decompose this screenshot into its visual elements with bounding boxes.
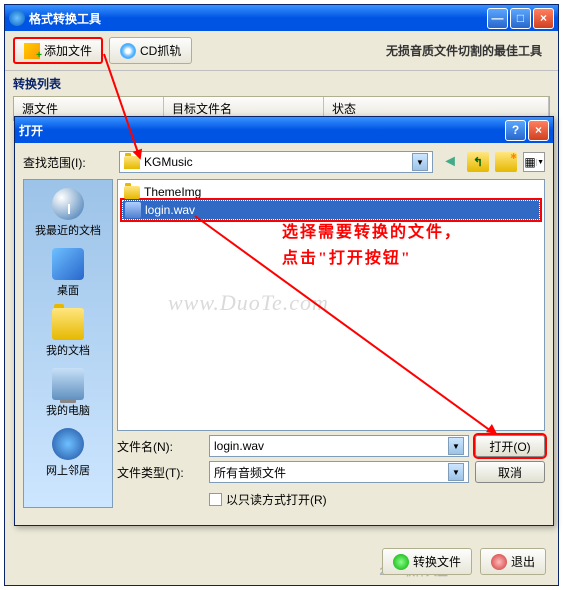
exit-label: 退出 xyxy=(511,553,535,570)
cd-rip-button[interactable]: CD抓轨 xyxy=(109,37,192,64)
filename-input[interactable]: login.wav ▼ xyxy=(209,435,469,457)
chevron-down-icon[interactable]: ▼ xyxy=(448,437,464,455)
chevron-down-icon[interactable]: ▼ xyxy=(448,463,464,481)
readonly-label: 以只读方式打开(R) xyxy=(226,491,327,508)
lookin-combo[interactable]: KGMusic ▼ xyxy=(119,151,433,173)
open-dialog: 打开 ? × 查找范围(I): KGMusic ▼ ◄ ▦▼ 我最近的文档 xyxy=(14,116,554,526)
app-icon xyxy=(9,10,25,26)
filename-row: 文件名(N): login.wav ▼ 打开(O) xyxy=(117,435,545,457)
chevron-down-icon[interactable]: ▼ xyxy=(412,153,428,171)
minimize-button[interactable]: — xyxy=(487,8,508,29)
desktop-icon xyxy=(52,248,84,280)
wav-icon xyxy=(125,202,141,218)
lookin-label: 查找范围(I): xyxy=(23,154,113,171)
place-recent-label: 我最近的文档 xyxy=(35,222,101,238)
filename-value: login.wav xyxy=(214,439,264,453)
help-button[interactable]: ? xyxy=(505,120,526,141)
bottom-bar: 转换文件 退出 xyxy=(382,548,546,575)
list-label: 转换列表 xyxy=(5,71,558,96)
places-bar: 我最近的文档 桌面 我的文档 我的电脑 网上邻居 xyxy=(23,179,113,508)
exit-button[interactable]: 退出 xyxy=(480,548,546,575)
tagline: 无损音质文件切割的最佳工具 xyxy=(386,42,550,59)
place-computer-label: 我的电脑 xyxy=(46,402,90,418)
convert-icon xyxy=(393,554,409,570)
selected-file-name: login.wav xyxy=(145,203,195,217)
place-mydocs[interactable]: 我的文档 xyxy=(24,304,112,362)
lookin-row: 查找范围(I): KGMusic ▼ ◄ ▦▼ xyxy=(23,151,545,173)
place-mydocs-label: 我的文档 xyxy=(46,342,90,358)
filetype-combo[interactable]: 所有音频文件 ▼ xyxy=(209,461,469,483)
folder-icon xyxy=(124,186,140,199)
computer-icon xyxy=(52,368,84,400)
dialog-close-button[interactable]: × xyxy=(528,120,549,141)
filetype-label: 文件类型(T): xyxy=(117,464,203,481)
main-titlebar: 格式转换工具 — □ × xyxy=(5,5,558,31)
nav-view-button[interactable]: ▦▼ xyxy=(523,152,545,172)
readonly-row: 以只读方式打开(R) xyxy=(117,491,545,508)
cd-rip-label: CD抓轨 xyxy=(140,42,181,59)
convert-button[interactable]: 转换文件 xyxy=(382,548,472,575)
add-file-label: 添加文件 xyxy=(44,42,92,59)
network-icon xyxy=(52,428,84,460)
file-item-folder[interactable]: ThemeImg xyxy=(122,184,540,200)
nav-newfolder-button[interactable] xyxy=(495,152,517,172)
annotation-text: 选择需要转换的文件，点击"打开按钮" xyxy=(282,220,472,271)
file-item-selected[interactable]: login.wav xyxy=(122,200,540,220)
cd-icon xyxy=(120,43,136,59)
nav-up-button[interactable] xyxy=(467,152,489,172)
add-file-button[interactable]: 添加文件 xyxy=(13,37,103,64)
main-toolbar: 添加文件 CD抓轨 无损音质文件切割的最佳工具 xyxy=(5,31,558,71)
open-button[interactable]: 打开(O) xyxy=(475,435,545,457)
filetype-value: 所有音频文件 xyxy=(214,464,286,481)
folder-name: ThemeImg xyxy=(144,185,201,199)
nav-back-button[interactable]: ◄ xyxy=(439,152,461,172)
place-network[interactable]: 网上邻居 xyxy=(24,424,112,482)
place-computer[interactable]: 我的电脑 xyxy=(24,364,112,422)
maximize-button[interactable]: □ xyxy=(510,8,531,29)
close-button[interactable]: × xyxy=(533,8,554,29)
cancel-button[interactable]: 取消 xyxy=(475,461,545,483)
place-network-label: 网上邻居 xyxy=(46,462,90,478)
dialog-titlebar: 打开 ? × xyxy=(15,117,553,143)
exit-icon xyxy=(491,554,507,570)
convert-label: 转换文件 xyxy=(413,553,461,570)
filename-label: 文件名(N): xyxy=(117,438,203,455)
window-title: 格式转换工具 xyxy=(29,10,487,27)
readonly-checkbox[interactable] xyxy=(209,493,222,506)
file-list[interactable]: ThemeImg login.wav 选择需要转换的文件，点击"打开按钮" ww… xyxy=(117,179,545,431)
place-desktop-label: 桌面 xyxy=(57,282,79,298)
add-file-icon xyxy=(24,43,40,59)
filetype-row: 文件类型(T): 所有音频文件 ▼ 取消 xyxy=(117,461,545,483)
recent-icon xyxy=(52,188,84,220)
dialog-title: 打开 xyxy=(19,122,505,139)
place-recent[interactable]: 我最近的文档 xyxy=(24,184,112,242)
mydocs-icon xyxy=(52,308,84,340)
place-desktop[interactable]: 桌面 xyxy=(24,244,112,302)
lookin-value: KGMusic xyxy=(144,155,193,169)
